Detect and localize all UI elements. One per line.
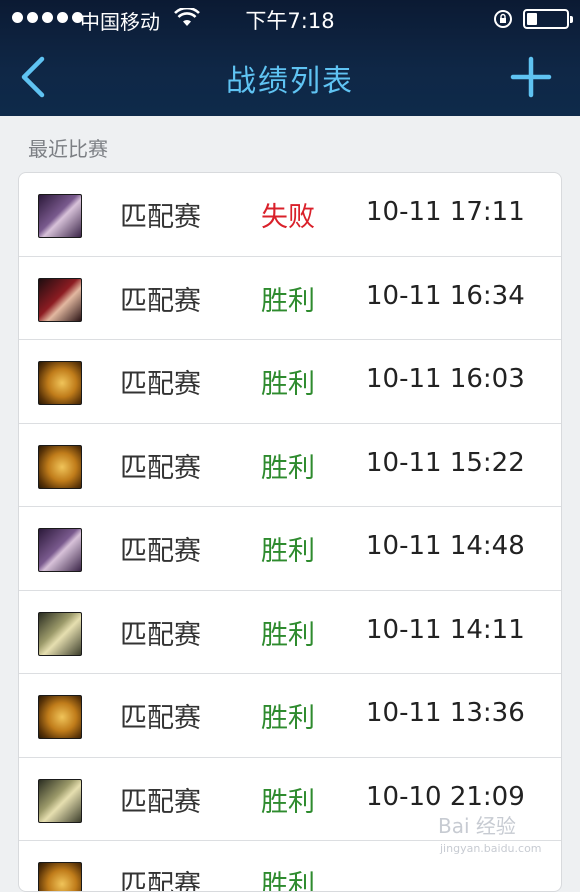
match-mode: 匹配赛 — [120, 452, 201, 484]
match-row[interactable]: 匹配赛 胜利 10-11 16:03 — [19, 340, 561, 424]
match-time: 10-11 16:03 — [366, 364, 525, 394]
match-result: 胜利 — [261, 786, 315, 818]
match-mode: 匹配赛 — [120, 285, 201, 317]
match-mode: 匹配赛 — [120, 619, 201, 651]
plus-icon — [510, 56, 552, 98]
champion-avatar-icon — [38, 277, 82, 322]
watermark-brand: Bai 经验 — [438, 814, 516, 838]
match-time: 10-11 13:36 — [366, 698, 525, 728]
match-mode: 匹配赛 — [120, 786, 201, 818]
champion-avatar-icon — [38, 444, 82, 489]
match-time: 10-11 17:11 — [366, 197, 525, 227]
page-title: 战绩列表 — [226, 64, 354, 99]
match-result: 失败 — [261, 202, 315, 233]
match-result: 胜利 — [261, 619, 315, 651]
watermark-logo: Bai 经验 jingyan.baidu.com — [438, 810, 568, 860]
navigation-bar: 战绩列表 — [0, 38, 580, 116]
match-row[interactable]: 匹配赛 胜利 10-11 14:11 — [19, 591, 561, 674]
match-row[interactable]: 匹配赛 胜利 10-11 14:48 — [19, 507, 561, 591]
section-header: 最近比赛 — [28, 137, 108, 161]
match-result: 胜利 — [261, 452, 315, 484]
match-row[interactable]: 匹配赛 胜利 10-11 15:22 — [19, 424, 561, 507]
match-result: 胜利 — [261, 285, 315, 317]
rotation-lock-icon — [494, 10, 512, 28]
match-time: 10-11 14:48 — [366, 531, 525, 561]
champion-avatar-icon — [38, 611, 82, 656]
champion-avatar-icon — [38, 194, 82, 238]
match-time: 10-10 21:09 — [366, 781, 525, 812]
match-row[interactable]: 匹配赛 胜利 10-11 16:34 — [19, 257, 561, 340]
match-row[interactable]: 匹配赛 失败 10-11 17:11 — [19, 173, 561, 257]
champion-avatar-icon — [38, 862, 82, 891]
champion-avatar-icon — [38, 778, 82, 823]
match-mode: 匹配赛 — [120, 703, 201, 734]
match-result: 胜利 — [261, 870, 315, 892]
match-time: 10-11 15:22 — [366, 447, 525, 478]
match-mode: 匹配赛 — [120, 870, 201, 892]
match-time: 10-11 14:11 — [366, 614, 525, 645]
match-result: 胜利 — [261, 703, 315, 734]
champion-avatar-icon — [38, 361, 82, 405]
match-result: 胜利 — [261, 369, 315, 400]
champion-avatar-icon — [38, 528, 82, 572]
match-result: 胜利 — [261, 536, 315, 567]
app-header: 中国移动 下午7:18 战绩列表 — [0, 0, 580, 116]
add-button[interactable] — [510, 56, 552, 98]
match-mode: 匹配赛 — [120, 202, 201, 233]
match-mode: 匹配赛 — [120, 536, 201, 567]
match-time: 10-11 16:34 — [366, 280, 525, 311]
back-button[interactable] — [14, 54, 54, 100]
match-list: 匹配赛 失败 10-11 17:11 匹配赛 胜利 10-11 16:34 匹配赛 胜利 10-… — [18, 172, 562, 892]
match-mode: 匹配赛 — [120, 369, 201, 400]
battery-icon — [523, 9, 573, 29]
chevron-left-icon — [21, 56, 45, 98]
status-bar: 中国移动 下午7:18 — [0, 0, 580, 38]
champion-avatar-icon — [38, 695, 82, 739]
match-row[interactable]: 匹配赛 胜利 10-11 13:36 — [19, 674, 561, 758]
watermark-url: jingyan.baidu.com — [440, 842, 542, 855]
